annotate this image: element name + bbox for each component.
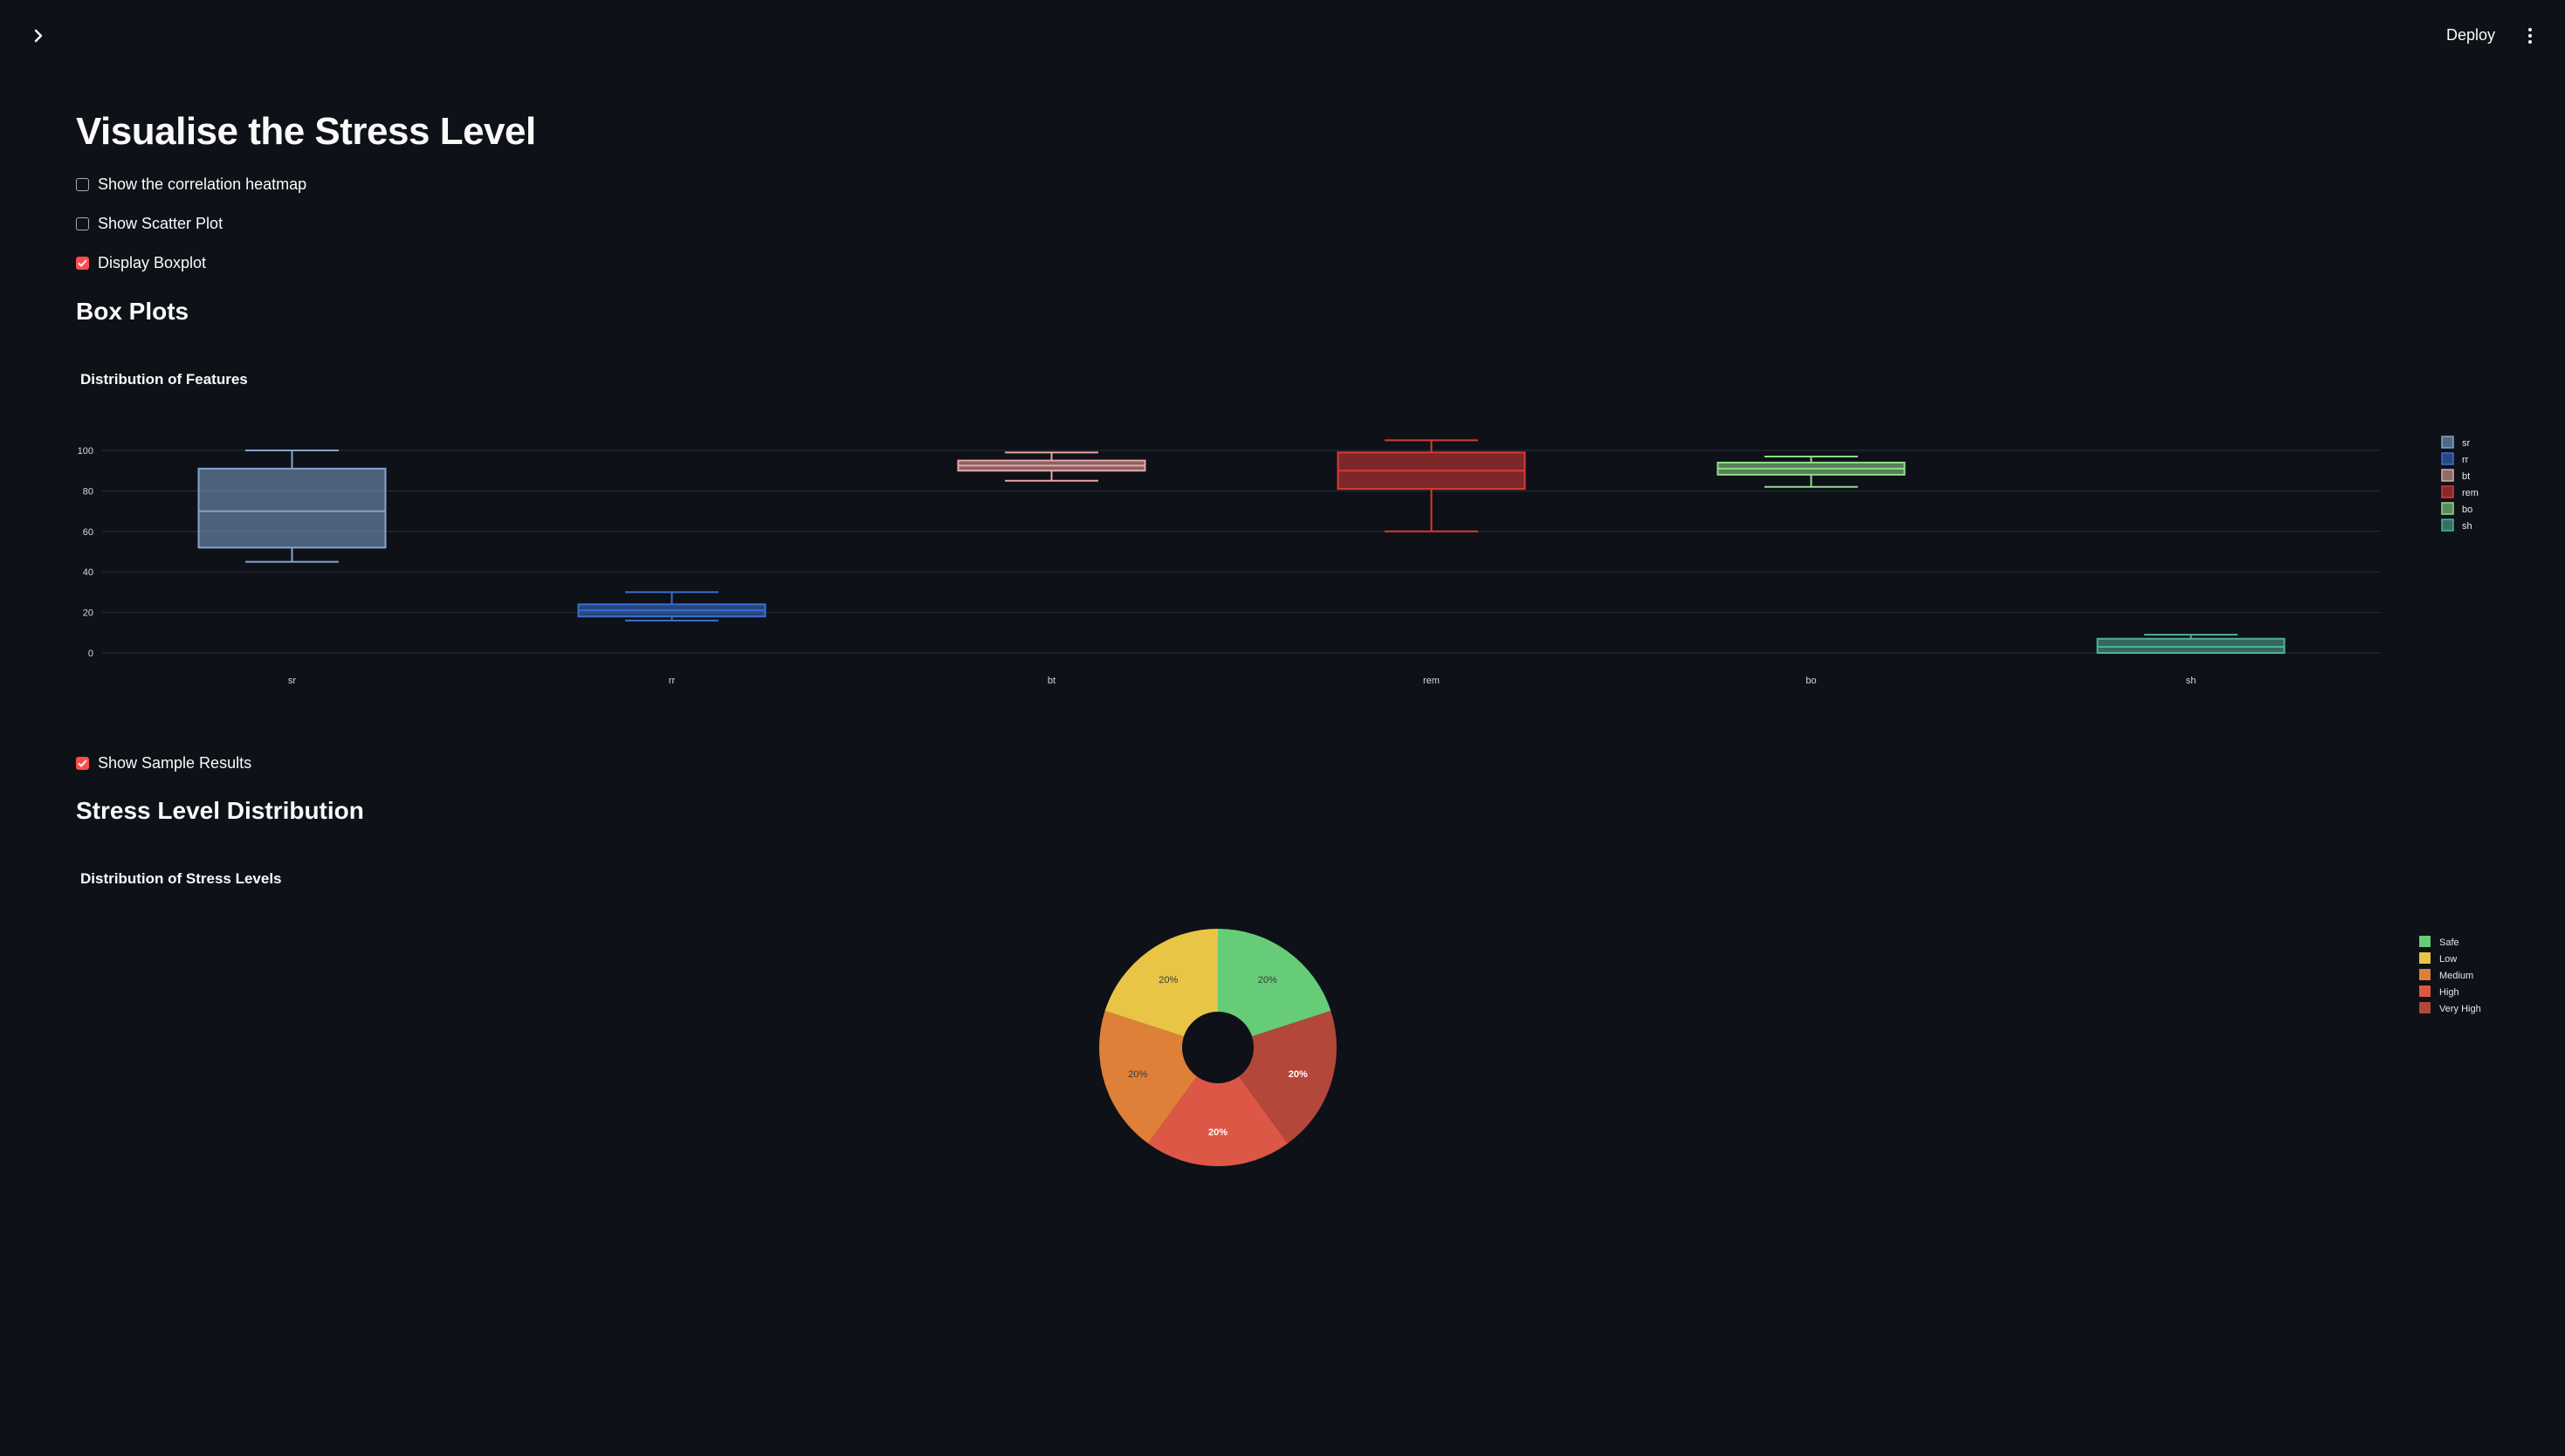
- checkbox-label: Show Sample Results: [98, 754, 252, 772]
- y-tick-label: 100: [78, 446, 93, 457]
- legend-item-bt[interactable]: bt: [2441, 469, 2470, 482]
- legend-item-very-high[interactable]: Very High: [2419, 1002, 2481, 1014]
- sidebar-expand-button[interactable]: [26, 23, 51, 47]
- box-sr[interactable]: [197, 450, 387, 563]
- legend-item-low[interactable]: Low: [2419, 952, 2457, 965]
- deploy-button[interactable]: Deploy: [2441, 19, 2500, 52]
- legend-item-bo[interactable]: bo: [2441, 502, 2472, 515]
- legend-label: rr: [2462, 455, 2469, 465]
- legend-label: sh: [2462, 521, 2472, 532]
- slice-label: 20%: [1289, 1069, 1308, 1080]
- legend-swatch: [2419, 969, 2431, 980]
- pie-chart-title: Distribution of Stress Levels: [80, 870, 282, 887]
- legend-swatch: [2441, 452, 2454, 465]
- more-vertical-icon: [2528, 27, 2532, 44]
- checkbox-label: Show the correlation heatmap: [98, 175, 307, 193]
- checkbox-label: Show Scatter Plot: [98, 215, 223, 232]
- legend-swatch: [2419, 936, 2431, 947]
- main-menu-button[interactable]: [2521, 23, 2539, 49]
- box-rr[interactable]: [577, 591, 767, 622]
- legend-item-high[interactable]: High: [2419, 986, 2459, 998]
- checkbox-box: [76, 757, 89, 770]
- y-tick-label: 80: [83, 486, 93, 497]
- y-tick-label: 60: [83, 527, 93, 538]
- box-rem[interactable]: [1337, 439, 1526, 532]
- legend-swatch: [2441, 469, 2454, 482]
- legend-item-safe[interactable]: Safe: [2419, 936, 2459, 948]
- y-tick-label: 20: [83, 608, 93, 619]
- legend-swatch: [2419, 1002, 2431, 1013]
- legend-swatch: [2441, 502, 2454, 515]
- box-iqr: [197, 467, 387, 549]
- checkbox-label: Display Boxplot: [98, 254, 207, 271]
- box-sh[interactable]: [2096, 634, 2286, 655]
- box-legend: sr rr bt rem bo sh: [2441, 436, 2479, 532]
- legend-label: rem: [2462, 488, 2479, 498]
- legend-label: Very High: [2439, 1004, 2481, 1014]
- slice-label: 20%: [1159, 975, 1178, 986]
- y-tick-label: 0: [88, 649, 93, 659]
- checkbox-box: [76, 217, 89, 230]
- box-plot-chart[interactable]: 0 20 40 60 80 100 sr rr bt rem bo sh sr rr bt rem bo sh: [76, 402, 2503, 733]
- slice-label: 20%: [1208, 1128, 1227, 1138]
- legend-label: bt: [2462, 471, 2470, 482]
- x-tick-label: sh: [2186, 676, 2197, 686]
- box-chart-title: Distribution of Features: [80, 371, 248, 388]
- legend-item-rr[interactable]: rr: [2441, 452, 2469, 465]
- boxplot-checkbox[interactable]: Display Boxplot: [76, 254, 206, 272]
- legend-item-sh[interactable]: sh: [2441, 519, 2472, 532]
- checkbox-box: [76, 257, 89, 270]
- slice-label: 20%: [1258, 975, 1277, 986]
- heatmap-checkbox[interactable]: Show the correlation heatmap: [76, 175, 306, 194]
- scatter-checkbox[interactable]: Show Scatter Plot: [76, 215, 223, 233]
- pie-chart[interactable]: 20% 20% 20% 20% 20% Safe Low Medium High Very Hig…: [76, 908, 2503, 1205]
- box-iqr: [2096, 637, 2286, 655]
- legend-item-medium[interactable]: Medium: [2419, 969, 2473, 981]
- legend-label: Medium: [2439, 971, 2473, 981]
- legend-label: sr: [2462, 438, 2471, 449]
- x-tick-label: rem: [1423, 676, 1440, 686]
- legend-item-sr[interactable]: sr: [2441, 436, 2471, 449]
- x-tick-label: rr: [669, 676, 676, 686]
- legend-swatch: [2441, 519, 2454, 532]
- x-tick-label: sr: [288, 676, 297, 686]
- chevron-right-icon: [32, 22, 45, 49]
- stress-distribution-heading: Stress Level Distribution: [76, 797, 364, 824]
- legend-label: Safe: [2439, 937, 2459, 948]
- box-bo[interactable]: [1716, 455, 1906, 488]
- x-tick-label: bt: [1048, 676, 1056, 686]
- slice-label: 20%: [1128, 1069, 1147, 1080]
- legend-swatch: [2419, 952, 2431, 964]
- checkbox-box: [76, 178, 89, 191]
- legend-item-rem[interactable]: rem: [2441, 485, 2479, 498]
- legend-swatch: [2441, 485, 2454, 498]
- box-bt[interactable]: [957, 451, 1146, 482]
- sample-results-checkbox[interactable]: Show Sample Results: [76, 754, 251, 773]
- legend-swatch: [2441, 436, 2454, 449]
- legend-label: bo: [2462, 505, 2472, 515]
- x-tick-label: bo: [1805, 676, 1816, 686]
- page-title: Visualise the Stress Level: [76, 110, 536, 153]
- y-tick-label: 40: [83, 567, 93, 578]
- legend-label: Low: [2439, 954, 2457, 965]
- toolbar: Deploy: [2441, 19, 2539, 52]
- box-plots-heading: Box Plots: [76, 298, 189, 325]
- legend-swatch: [2419, 986, 2431, 997]
- pie-legend: Safe Low Medium High Very High: [2419, 936, 2481, 1014]
- legend-label: High: [2439, 987, 2459, 998]
